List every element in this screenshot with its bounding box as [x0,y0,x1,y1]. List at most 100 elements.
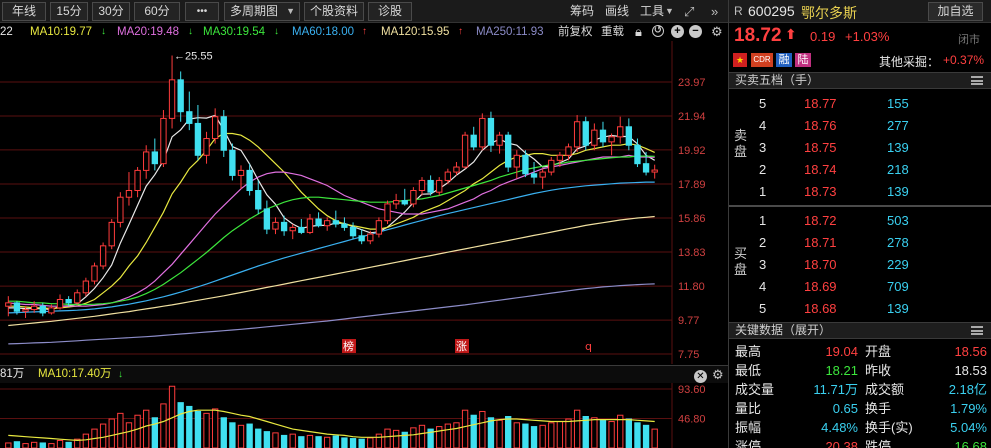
volume-bar [651,428,658,448]
connect-tag[interactable]: 陆 [795,53,811,67]
volume-y-tick-label: 46.80 [678,414,706,426]
candle-body [401,200,408,205]
volume-bar [272,432,279,448]
bid-level: 3 [759,257,767,272]
keydata-title-bar[interactable]: 关键数据（展开） [729,322,991,339]
candle-body [5,302,12,307]
volume-bar [625,418,633,448]
volume-bar [453,422,460,448]
candle-body [229,149,236,176]
orderbook-title-bar[interactable]: 买卖五档（手） [729,72,991,89]
volume-bar [5,442,12,448]
volume-bar [324,436,331,448]
period-year-button[interactable]: 年线 [2,2,46,21]
volume-settings-gear-icon[interactable]: ⚙ [712,366,724,383]
candle-body [642,163,650,173]
keydata-value: 11.71万 [813,382,858,397]
collapse-icon[interactable]: » [711,3,718,20]
candle-body [125,190,133,198]
volume-bar [530,426,538,448]
candle-body [461,134,469,168]
volume-bar [30,441,38,448]
period-15min-button[interactable]: 15分 [50,2,88,21]
multi-period-dropdown[interactable]: 多周期图 ▼ [224,2,300,21]
keydata-value: 5.04% [950,420,987,435]
candle-body [556,154,564,161]
bid-row-2: 2 18.71 278 [729,232,991,254]
add-watchlist-button[interactable]: 加自选 [928,2,983,21]
arrow-up-icon: ↑ [362,26,367,37]
keydata-label: 振幅 [735,420,762,435]
candle-body [582,121,589,146]
keydata-label: 开盘 [865,344,892,359]
period-60min-button[interactable]: 60分 [134,2,180,21]
volume-bar [280,434,288,448]
chips-button[interactable]: 筹码 [570,3,594,20]
period-30min-button[interactable]: 30分 [92,2,130,21]
caret-down-icon[interactable]: ▼ [665,3,674,20]
volume-bar [375,433,383,448]
candle-body [177,79,184,113]
ma-curve-ma120 [8,215,655,327]
volume-bar [143,409,150,448]
keydata-label: 最低 [735,363,762,378]
adjust-mode-button[interactable]: 前复权 [558,23,593,41]
volume-bar [229,422,236,448]
last-price: 18.72 [734,25,782,46]
volume-bar [384,428,391,448]
stock-info-button[interactable]: 个股资料 [304,2,364,21]
ask-row-1: 1 18.73 139 [729,181,991,203]
ask-level: 1 [759,184,767,199]
keydata-label: 最高 [735,344,762,359]
arrow-down-icon: ↓ [101,26,106,37]
volume-bar [117,412,124,448]
ma-indicator-line: 22 MA10:19.77 ↓ MA20:19.48 ↓ MA30:19.54 … [0,23,723,41]
keydata-title: 关键数据（展开） [735,323,832,337]
ask-volume: 139 [887,140,909,155]
menu-icon[interactable] [971,326,983,335]
overlay-button[interactable]: 重载 [601,23,624,41]
volume-bar [220,417,227,448]
up-arrow-icon: ⬆ [785,26,797,42]
y-tick-label: 17.89 [678,179,706,191]
volume-bar [556,421,564,448]
more-periods-button[interactable]: ••• [185,2,219,21]
tools-menu-button[interactable]: 工具 [640,3,664,20]
volume-bar [203,412,210,448]
volume-bar [48,443,55,448]
fullscreen-icon[interactable]: ⤢ [684,3,694,20]
keydata-value: 0.65 [832,401,858,416]
volume-bar [255,428,262,448]
sector-label[interactable]: 其他采掘： [879,53,939,70]
settings-gear-icon[interactable]: ⚙ [711,23,723,41]
volume-bar [591,417,598,448]
diagnose-button[interactable]: 诊股 [368,2,412,21]
cdr-tag[interactable]: CDR [751,53,773,67]
margin-tag[interactable]: 融 [776,53,792,67]
volume-chart[interactable]: 93.60 46.80 [0,383,729,448]
keydata-value: 16.68 [954,439,987,448]
lock-icon[interactable]: 🔒︎ [635,23,642,41]
candle-body [56,299,64,309]
candle-body [384,203,391,222]
candle-body [436,179,443,193]
ma20-value: MA20:19.48 [117,26,180,38]
volume-bar [401,431,408,448]
volume-bar [358,438,365,448]
volume-bar [13,441,21,448]
event-marker-label: q [585,340,592,353]
kline-chart[interactable]: 23.97 21.94 19.92 17.89 15.86 13.83 11.80 9.77 7… [0,41,729,364]
bid-row-3: 3 18.70 229 [729,254,991,276]
caret-down-icon: ▼ [286,6,295,16]
ask-volume: 218 [887,162,909,177]
candle-body [108,221,115,247]
ask-price: 18.76 [804,118,837,133]
keydata-row: 涨停 20.38 跌停 16.68 [729,437,991,448]
volume-bar [565,418,572,448]
menu-icon[interactable] [971,76,983,85]
chart-toolbar: 年线 15分 30分 60分 ••• 多周期图 ▼ 个股资料 诊股 筹码 画线 … [0,0,729,23]
candle-body [358,235,365,242]
volume-bar [479,410,486,448]
draw-line-button[interactable]: 画线 [605,3,629,20]
volume-bar [56,439,64,448]
